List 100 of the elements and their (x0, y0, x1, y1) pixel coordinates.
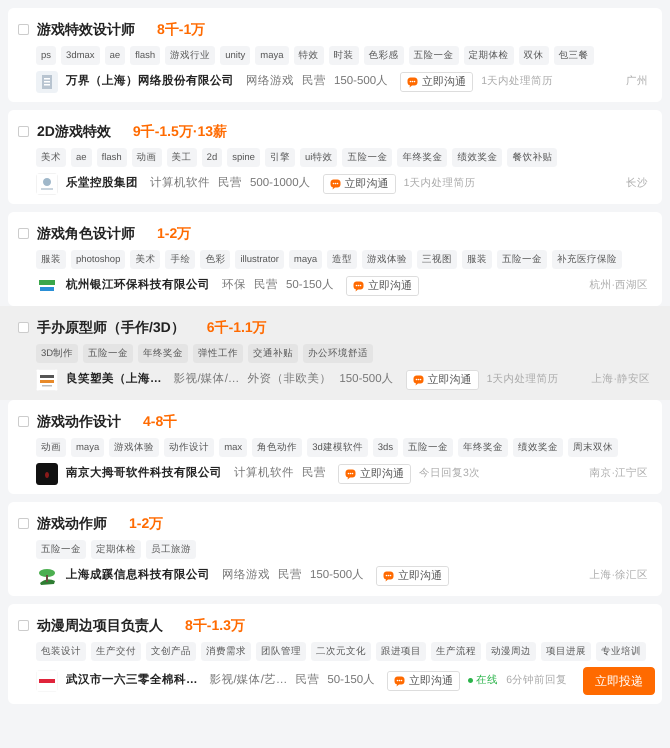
company-name[interactable]: 万界（上海）网络股份有限公司 (66, 73, 234, 91)
job-title[interactable]: 游戏动作设计 (37, 411, 121, 432)
company-info: 50-150人 (286, 278, 334, 294)
skill-tag: maya (255, 46, 289, 65)
chat-button[interactable]: 立即沟通 (400, 72, 474, 92)
job-location: 广州 (626, 74, 648, 90)
job-card[interactable]: 2D游戏特效 9千-1.5万·13薪 美术 ae flash 动画 美工 2d spine 引擎 ui特效 五险一金 年终奖金 绩效奖金 餐饮补贴 乐堂控股集团 计算机软件 民营 500-1000人 立即沟通 1天内处理简历 长沙 (8, 110, 662, 204)
company-info: 民营 (218, 176, 242, 192)
skill-tag: 3ds (372, 438, 398, 457)
skill-tag: 双休 (518, 46, 549, 65)
online-status: 在线 (468, 673, 498, 689)
job-title[interactable]: 游戏角色设计师 (37, 223, 135, 244)
job-title[interactable]: 手办原型师（手作/3D） (37, 317, 185, 338)
skill-tag: 造型 (327, 250, 358, 269)
chat-button[interactable]: 立即沟通 (387, 670, 460, 692)
company-name[interactable]: 乐堂控股集团 (66, 175, 138, 193)
checkbox[interactable] (18, 24, 29, 35)
company-info: 民营 (254, 278, 278, 294)
skill-tag: 3dmax (61, 46, 100, 65)
skill-tag: 二次元文化 (311, 642, 371, 661)
chat-button[interactable]: 立即沟通 (346, 276, 419, 296)
job-title[interactable]: 游戏特效设计师 (37, 19, 135, 40)
company-info: 环保 (222, 278, 246, 294)
skill-tag: 五险一金 (497, 250, 548, 269)
company-info: 150-500人 (339, 372, 394, 388)
skill-tag: 动画 (132, 148, 162, 167)
skill-tag: 五险一金 (408, 46, 459, 65)
skill-tag: 交通补贴 (248, 344, 298, 363)
skill-tag: 美工 (166, 148, 197, 167)
job-card[interactable]: 游戏角色设计师 1-2万 服装 photoshop 美术 手绘 色彩 illustrator maya 造型 游戏体验 三视图 服装 五险一金 补充医疗保险 杭州银江环保科技有限公司 环保 民营 50-150人 立即沟通 杭州·西湖区 (8, 212, 662, 306)
job-title[interactable]: 游戏动作师 (37, 513, 107, 534)
skill-tag: max (219, 438, 248, 457)
skill-tag: 美术 (36, 148, 66, 167)
job-card[interactable]: 游戏动作设计 4-8千 动画 maya 游戏体验 动作设计 max 角色动作 3d建模软件 3ds 五险一金 年终奖金 绩效奖金 周末双休 南京大拇哥软件科技有限公司 计算机软件 民营 立即沟通 今日回复3次 南京·江宁区 (8, 400, 662, 494)
company-logo (36, 369, 58, 391)
skill-tag: spine (227, 148, 260, 167)
skill-tag: 五险一金 (342, 148, 392, 167)
checkbox[interactable] (18, 518, 29, 529)
company-name[interactable]: 良笑塑美（上海… (66, 371, 162, 389)
company-name[interactable]: 杭州银江环保科技有限公司 (66, 277, 210, 295)
company-info: 外资（非欧美） (247, 371, 332, 388)
salary: 4-8千 (143, 412, 178, 431)
company-info: 网络游戏 (246, 74, 294, 90)
skill-tag: 包三餐 (554, 46, 594, 65)
skill-tag: 时装 (328, 46, 359, 65)
checkbox[interactable] (18, 126, 29, 137)
company-logo (36, 173, 58, 195)
chat-button[interactable]: 立即沟通 (322, 174, 396, 194)
chat-icon (394, 676, 406, 686)
checkbox[interactable] (18, 228, 29, 239)
company-name[interactable]: 上海成蹊信息科技有限公司 (66, 567, 210, 585)
skill-tag: 服装 (36, 250, 66, 269)
company-info: 计算机软件 (234, 466, 294, 482)
salary: 1-2万 (157, 224, 192, 243)
chat-button[interactable]: 立即沟通 (376, 566, 450, 586)
reply-status: 6分钟前回复 (506, 673, 568, 688)
skill-tag: 团队管理 (256, 642, 306, 661)
skill-tag: 定期体检 (91, 540, 141, 559)
skill-tag: 动作设计 (164, 438, 214, 457)
job-card[interactable]: 游戏动作师 1-2万 五险一金 定期体检 员工旅游 上海成蹊信息科技有限公司 网络游戏 民营 150-500人 立即沟通 上海·徐汇区 (8, 502, 662, 596)
skill-tag: 服装 (462, 250, 492, 269)
job-card[interactable]: 游戏特效设计师 8千-1万 ps 3dmax ae flash 游戏行业 unity maya 特效 时装 色彩感 五险一金 定期体检 双休 包三餐 万界（上海）网络股份有限公司 网络游戏 民营 150-500人 立即沟通 1天内处理简历 广州 (8, 8, 662, 102)
salary: 6千-1.1万 (206, 318, 267, 337)
chat-icon (352, 280, 364, 292)
checkbox[interactable] (18, 416, 29, 427)
skill-tag: ps (36, 46, 56, 65)
salary: 8千-1万 (157, 20, 206, 39)
company-info: 计算机软件 (150, 176, 210, 192)
skill-tag: 周末双休 (568, 438, 618, 457)
company-info: 民营 (302, 466, 326, 482)
company-name[interactable]: 南京大拇哥软件科技有限公司 (66, 465, 222, 483)
job-card[interactable]: 动漫周边项目负责人 8千-1.3万 包装设计 生产交付 文创产品 消费需求 团队管理 二次元文化 跟进项目 生产流程 动漫周边 项目进展 专业培训 武汉市一六三零全棉科… 影视/媒体/艺… 民营 50-150人 立即沟通 在线 6分钟前回复 立即投递 (8, 604, 662, 704)
skill-tag: 五险一金 (403, 438, 454, 457)
skill-tag: 3d建模软件 (307, 438, 368, 457)
company-info: 民营 (295, 672, 320, 688)
company-logo (36, 463, 58, 485)
skill-tag: 生产交付 (91, 642, 141, 661)
skill-tag: 绩效奖金 (452, 148, 502, 167)
skill-tag: 生产流程 (431, 642, 481, 661)
skill-tag: 色彩感 (364, 46, 404, 65)
skill-tag: 游戏体验 (109, 438, 160, 457)
chat-icon (330, 178, 341, 190)
skill-tag: 动漫周边 (486, 642, 536, 661)
checkbox[interactable] (18, 620, 29, 631)
skill-tag: 特效 (294, 46, 324, 65)
skill-tag: illustrator (235, 250, 284, 269)
skill-tag: 专业培训 (596, 642, 646, 661)
skill-tag: 项目进展 (541, 642, 591, 661)
skill-tag: 手绘 (165, 250, 196, 269)
chat-button[interactable]: 立即沟通 (338, 464, 411, 484)
reply-status: 今日回复3次 (419, 466, 480, 482)
skill-tag: 角色动作 (252, 438, 302, 457)
job-card[interactable]: 手办原型师（手作/3D） 6千-1.1万 3D制作 五险一金 年终奖金 弹性工作 交通补贴 办公环境舒适 良笑塑美（上海… 影视/媒体/… 外资（非欧美） 150-500人 立即沟通 1天内处理简历 上海·静安区 (0, 306, 670, 400)
chat-button[interactable]: 立即沟通 (406, 370, 479, 390)
skill-tag: 年终奖金 (458, 438, 508, 457)
company-info: 50-150人 (327, 672, 376, 688)
job-title[interactable]: 2D游戏特效 (37, 121, 111, 142)
job-title[interactable]: 动漫周边项目负责人 (37, 615, 163, 636)
checkbox[interactable] (18, 322, 29, 333)
company-name[interactable]: 武汉市一六三零全棉科… (66, 672, 198, 690)
